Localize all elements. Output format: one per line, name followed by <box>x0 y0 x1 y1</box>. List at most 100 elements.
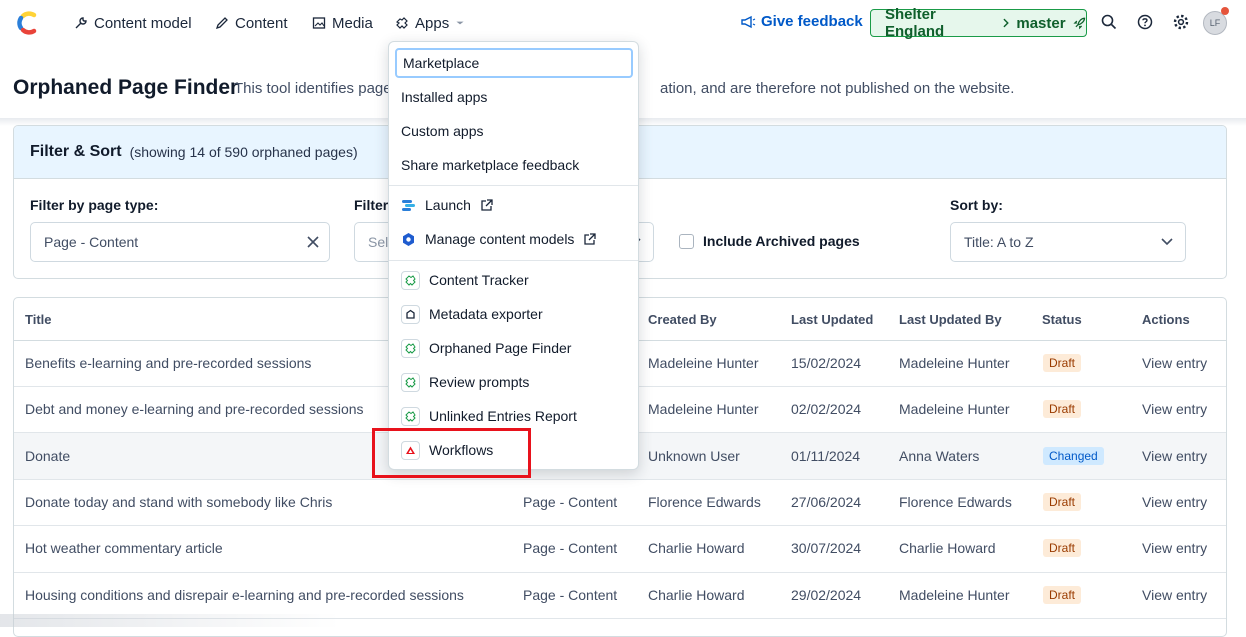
view-entry-link[interactable]: View entry <box>1142 540 1207 556</box>
branch-name: master <box>1016 14 1066 32</box>
menu-item-unlinked-entries-report[interactable]: Unlinked Entries Report <box>401 403 577 429</box>
menu-divider <box>389 260 638 261</box>
environment-switcher[interactable]: Shelter England master <box>870 6 1087 40</box>
status-badge: Draft <box>1043 493 1082 511</box>
puzzle-icon <box>395 17 408 29</box>
external-link-icon <box>584 232 597 245</box>
row-title: Housing conditions and disrepair e-learn… <box>25 587 464 603</box>
view-entry-link[interactable]: View entry <box>1142 355 1207 371</box>
menu-item-marketplace[interactable]: Marketplace <box>395 48 633 78</box>
menu-item-share-feedback[interactable]: Share marketplace feedback <box>395 150 633 180</box>
nav-content[interactable]: Content <box>215 13 288 33</box>
row-created-by: Florence Edwards <box>648 494 761 510</box>
view-entry-link[interactable]: View entry <box>1142 587 1207 603</box>
nav-content-model-label: Content model <box>94 14 192 32</box>
row-last-updated-by: Madeleine Hunter <box>899 587 1010 603</box>
menu-item-label: Launch <box>425 197 471 213</box>
menu-item-label: Content Tracker <box>429 272 529 288</box>
nav-media[interactable]: Media <box>312 13 373 33</box>
menu-divider <box>389 185 638 186</box>
menu-item-label: Metadata exporter <box>429 306 543 322</box>
page-description-start: This tool identifies page <box>234 80 392 97</box>
apps-dropdown-menu: Marketplace Installed apps Custom apps S… <box>388 41 639 470</box>
column-header-created-by: Created By <box>648 312 717 327</box>
menu-item-label: Custom apps <box>401 123 484 139</box>
page-type-label: Filter by page type: <box>30 197 159 213</box>
contentful-logo[interactable] <box>14 10 40 36</box>
search-icon[interactable] <box>1100 13 1118 31</box>
row-created-by: Unknown User <box>648 448 740 464</box>
top-navigation-bar: Content model Content Media Apps Give fe… <box>0 0 1246 46</box>
puzzle-icon <box>401 406 420 426</box>
wrench-icon <box>75 17 87 29</box>
menu-item-label: Manage content models <box>425 231 575 247</box>
menu-item-content-tracker[interactable]: Content Tracker <box>401 267 529 293</box>
row-last-updated: 01/11/2024 <box>791 448 861 464</box>
puzzle-icon <box>401 372 420 392</box>
status-badge: Draft <box>1043 400 1082 418</box>
row-last-updated: 15/02/2024 <box>791 355 862 371</box>
include-archived-checkbox[interactable] <box>679 234 694 249</box>
chevron-down-icon <box>1161 238 1173 246</box>
help-icon[interactable] <box>1136 13 1154 31</box>
row-last-updated-by: Charlie Howard <box>899 540 996 556</box>
include-archived-label: Include Archived pages <box>703 233 860 249</box>
row-title: Donate <box>25 448 71 464</box>
chevron-down-icon <box>456 21 464 25</box>
row-last-updated-by: Anna Waters <box>899 448 980 464</box>
clear-icon[interactable] <box>307 236 319 248</box>
menu-item-label: Review prompts <box>429 374 530 390</box>
megaphone-icon <box>741 15 756 28</box>
view-entry-link[interactable]: View entry <box>1142 401 1207 417</box>
nav-apps-label: Apps <box>415 14 450 32</box>
hexagon-icon <box>403 232 414 246</box>
status-badge: Draft <box>1043 354 1082 372</box>
give-feedback-link[interactable]: Give feedback <box>741 13 863 30</box>
rocket-icon <box>1072 17 1085 30</box>
sort-select[interactable]: Title: A to Z <box>950 222 1186 262</box>
table-row[interactable]: Hot weather commentary article Page - Co… <box>14 526 1226 573</box>
table-row[interactable]: Donate today and stand with somebody lik… <box>14 480 1226 526</box>
puzzle-icon <box>401 270 420 290</box>
menu-item-orphaned-page-finder[interactable]: Orphaned Page Finder <box>401 335 571 361</box>
menu-item-installed-apps[interactable]: Installed apps <box>395 82 633 112</box>
column-header-last-updated: Last Updated <box>791 312 874 327</box>
row-title: Donate today and stand with somebody lik… <box>25 494 333 510</box>
menu-item-launch[interactable]: Launch <box>401 192 493 218</box>
menu-item-manage-content-models[interactable]: Manage content models <box>401 226 597 252</box>
nav-apps[interactable]: Apps <box>395 13 465 33</box>
launch-app-icon <box>402 199 415 211</box>
view-entry-link[interactable]: View entry <box>1142 448 1207 464</box>
row-last-updated-by: Madeleine Hunter <box>899 355 1010 371</box>
row-type: Page - Content <box>523 540 618 556</box>
nav-content-model[interactable]: Content model <box>74 13 192 33</box>
bottom-toast-shadow <box>0 614 340 627</box>
nav-content-label: Content <box>235 14 288 32</box>
space-name: Shelter England <box>885 6 945 40</box>
external-link-icon <box>481 198 493 211</box>
page-type-select[interactable]: Page - Content <box>30 222 330 262</box>
menu-item-review-prompts[interactable]: Review prompts <box>401 369 529 395</box>
row-last-updated-by: Madeleine Hunter <box>899 401 1010 417</box>
table-row[interactable]: Housing conditions and disrepair e-learn… <box>14 573 1226 619</box>
row-created-by: Madeleine Hunter <box>648 401 759 417</box>
menu-item-label: Marketplace <box>403 55 480 71</box>
gear-icon[interactable] <box>1172 13 1190 31</box>
row-type: Page - Content <box>523 587 618 603</box>
pen-icon <box>215 17 228 30</box>
row-last-updated: 27/06/2024 <box>791 494 862 510</box>
menu-item-metadata-exporter[interactable]: Metadata exporter <box>401 301 543 327</box>
row-title: Benefits e-learning and pre-recorded ses… <box>25 355 312 371</box>
row-created-by: Charlie Howard <box>648 587 745 603</box>
status-badge: Changed <box>1043 447 1104 465</box>
row-title: Debt and money e-learning and pre-record… <box>25 401 364 417</box>
row-created-by: Madeleine Hunter <box>648 355 759 371</box>
menu-item-custom-apps[interactable]: Custom apps <box>395 116 633 146</box>
box-icon <box>401 304 420 324</box>
column-header-actions: Actions <box>1142 312 1190 327</box>
notification-dot <box>1221 7 1229 15</box>
view-entry-link[interactable]: View entry <box>1142 494 1207 510</box>
puzzle-icon <box>401 338 420 358</box>
second-filter-label: Filter <box>354 197 389 213</box>
filter-heading: Filter & Sort <box>30 143 122 160</box>
